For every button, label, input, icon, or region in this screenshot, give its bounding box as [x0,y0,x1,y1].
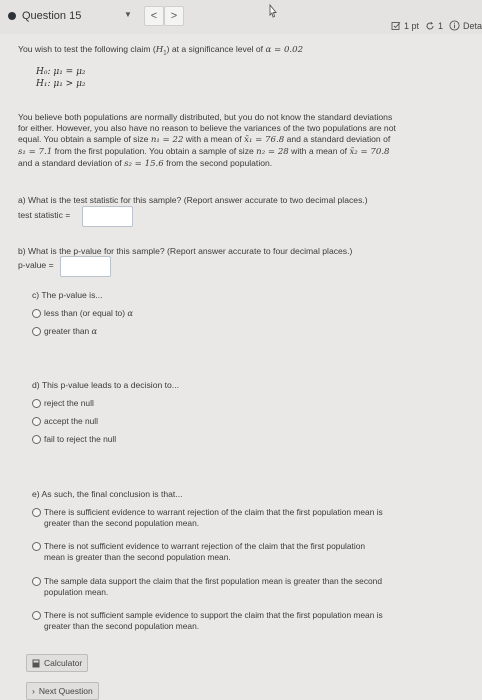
status-dot-icon [8,12,16,20]
null-hypothesis: H₀: μ₁ = μ₂ [36,67,86,77]
claim-prefix: You wish to test the following claim ( [18,44,156,54]
question-select[interactable]: Question 15 ▼ [8,6,136,26]
s1-value: s₁ = 7.1 [18,147,53,157]
radio-label: The sample data support the claim that t… [44,576,382,597]
next-question-nav-button[interactable]: > [164,6,184,26]
part-d-question: d) This p-value leads to a decision to..… [32,380,179,390]
points-label: 1 pt [403,20,419,31]
claim-line: You wish to test the following claim (H1… [18,44,303,60]
radio-reject-null[interactable]: reject the null [32,398,94,409]
radio-less-than[interactable]: less than (or equal to) α [32,308,133,319]
radio-conclusion-2[interactable]: There is not sufficient evidence to warr… [32,541,365,563]
calculator-button[interactable]: Calculator [26,654,89,672]
radio-circle [32,508,41,517]
radio-circle [32,542,41,551]
calculator-icon [32,659,40,667]
calculator-label: Calculator [44,657,83,668]
radio-label: reject the null [44,398,94,408]
caret-down-icon: ▼ [124,10,132,19]
radio-conclusion-3[interactable]: The sample data support the claim that t… [32,576,382,598]
paragraph-text: and a standard deviation of [18,158,125,168]
radio-circle [32,399,41,408]
radio-label: There is sufficient evidence to warrant … [44,507,383,528]
paragraph-line-4: s₁ = 7.1 from the first population. You … [18,146,476,158]
x1-value: x̄₁ = 76.8 [244,135,285,145]
retry-icon [426,21,434,29]
details-link[interactable]: Deta [463,21,482,31]
test-statistic-label: test statistic = [18,210,71,220]
radio-greater-than[interactable]: greater than α [32,326,97,337]
radio-circle [32,309,41,318]
question-content: You wish to test the following claim (H1… [0,34,482,700]
radio-conclusion-4[interactable]: There is not sufficient sample evidence … [32,610,383,632]
radio-label: fail to reject the null [44,434,117,444]
radio-circle [32,435,41,444]
n2-value: n₂ = 28 [256,147,289,157]
x2-value: x̄₂ = 70.8 [349,147,390,157]
part-c-question: c) The p-value is... [32,290,103,300]
part-a-question: a) What is the test statistic for this s… [18,195,368,205]
p-value-label: p-value = [18,260,54,270]
question-select-label: Question 15 [22,10,82,22]
paragraph-text: from the second population. [163,158,273,168]
next-question-label: Next Question [38,685,93,696]
radio-accept-null[interactable]: accept the null [32,416,98,427]
radio-label: There is not sufficient evidence to warr… [44,541,366,562]
radio-circle [32,417,41,426]
test-statistic-input[interactable] [82,206,133,227]
problem-paragraph: You believe both populations are normall… [18,112,476,170]
paragraph-line-1: You believe both populations are normall… [18,112,393,122]
alpha-value: = 0.02 [271,45,304,55]
paragraph-text: from the first population. You obtain a … [52,146,257,156]
paragraph-line-3: equal. You obtain a sample of size n₁ = … [18,134,476,146]
claim-mid: ) at a significance level of [166,44,266,54]
radio-fail-to-reject[interactable]: fail to reject the null [32,434,116,445]
radio-label: less than (or equal to) α [44,308,133,318]
question-meta: 1 pt 1 Deta [391,20,482,31]
top-bar: Question 15 ▼ < > 1 pt 1 Deta [0,0,482,34]
radio-conclusion-1[interactable]: There is sufficient evidence to warrant … [32,507,383,529]
paragraph-text: with a mean of [288,146,350,156]
paragraph-line-2: for either. However, you also have no re… [18,123,396,133]
radio-circle [32,327,41,336]
paragraph-text: and a standard deviation of [284,134,391,144]
paragraph-line-5: and a standard deviation of s₂ = 15.6 fr… [18,158,476,170]
edit-checkbox-icon [391,21,401,30]
mouse-cursor-icon [269,4,277,18]
alt-hypothesis: H₁: μ₁ > μ₂ [36,79,86,89]
chevron-right-icon: › [32,685,35,696]
p-value-input[interactable] [60,256,111,277]
paragraph-text: equal. You obtain a sample of size [18,134,151,144]
radio-label: greater than α [44,326,98,336]
info-icon [449,20,460,31]
s2-value: s₂ = 15.6 [124,159,164,169]
radio-circle [32,577,41,586]
part-e-question: e) As such, the final conclusion is that… [32,489,183,499]
radio-label: There is not sufficient sample evidence … [44,610,383,631]
paragraph-text: with a mean of [183,134,245,144]
prev-question-button[interactable]: < [144,6,164,26]
radio-circle [32,611,41,620]
radio-label: accept the null [44,416,99,426]
next-question-button[interactable]: › Next Question [26,682,99,700]
retries-count: 1 [437,20,443,31]
n1-value: n₁ = 22 [150,135,184,145]
